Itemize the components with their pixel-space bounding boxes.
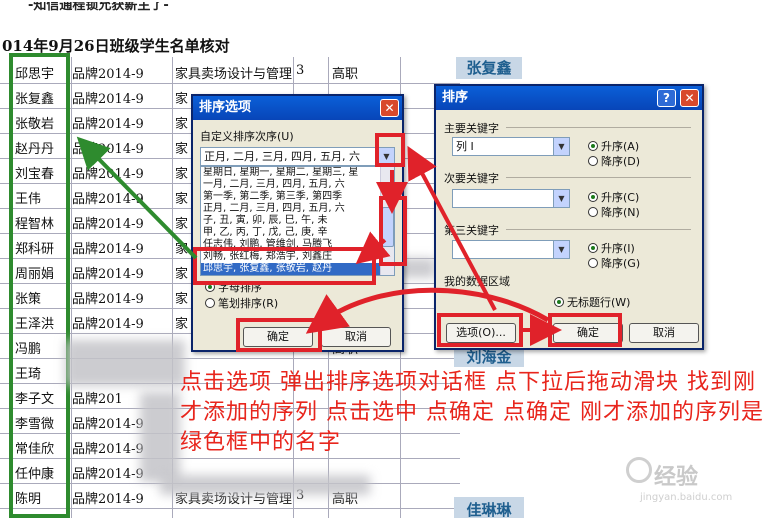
custom-order-label: 自定义排序次序(U) — [200, 130, 294, 143]
blur-mask — [160, 475, 370, 495]
cell-major: 家 — [175, 217, 189, 232]
tertiary-key-label: 第三关键字 — [444, 224, 499, 237]
watermark-url: jingyan.baidu.com — [640, 492, 733, 503]
blur-mask — [140, 392, 180, 482]
name-chip-middle: 刘海金 — [454, 349, 524, 367]
sort-dialog: 排序 ? ✕ 主要关键字 列 I ▼ 升序(A) 降序(D) 次要关键字 ▼ 升… — [434, 84, 704, 350]
watermark-name: 经验 — [654, 465, 699, 490]
list-item[interactable]: 一月, 二月, 三月, 四月, 五月, 六 — [201, 179, 394, 191]
green-highlight-frame — [9, 53, 70, 518]
list-item[interactable]: 甲, 乙, 丙, 丁, 戊, 己, 庚, 辛 — [201, 227, 394, 239]
dialog-titlebar[interactable]: 排序选项 ✕ — [193, 96, 402, 120]
cell-brand: 品牌201 — [72, 392, 123, 407]
cell-brand: 品牌2014-9 — [72, 167, 144, 182]
instruction-caption: 点击选项 弹出排序选项对话框 点下拉后拖动滑块 找到刚才添加的序列 点击选中 点… — [180, 370, 764, 455]
radio-stroke-sort[interactable]: 笔划排序(R) — [205, 295, 278, 311]
cell-brand: 品牌2014-9 — [72, 67, 144, 82]
cell-brand: 品牌2014-9 — [72, 292, 144, 307]
list-item[interactable]: 正月, 二月, 三月, 四月, 五月, 六 — [201, 203, 394, 215]
sheet-header-cut: -知信通程锁允获薪主了- — [28, 2, 169, 13]
red-box-selected-item — [193, 247, 376, 285]
chevron-down-icon[interactable]: ▼ — [553, 138, 569, 155]
cell-brand: 品牌2014-9 — [72, 217, 144, 232]
cell-major: 家 — [175, 167, 189, 182]
cell-brand: 品牌2014-9 — [72, 492, 144, 507]
list-item[interactable]: 子, 丑, 寅, 卯, 辰, 巳, 午, 未 — [201, 215, 394, 227]
cell-num: 3 — [296, 63, 305, 78]
dialog-titlebar[interactable]: 排序 ? ✕ — [436, 86, 702, 110]
radio-descending-3[interactable]: 降序(G) — [588, 255, 640, 271]
name-chip-top: 张复鑫 — [456, 57, 522, 79]
red-box-scroll-thumb — [379, 196, 407, 266]
radio-no-header-row[interactable]: 无标题行(W) — [554, 294, 630, 310]
tertiary-key-combo[interactable]: ▼ — [452, 240, 570, 259]
cell-major: 家 — [175, 242, 189, 257]
secondary-key-label: 次要关键字 — [444, 172, 499, 185]
cell-brand: 品牌2014-9 — [72, 317, 144, 332]
radio-descending-1[interactable]: 降序(D) — [588, 153, 640, 169]
data-area-label: 我的数据区域 — [444, 275, 510, 288]
custom-order-combo[interactable]: 正月, 二月, 三月, 四月, 五月, 六 ▼ — [200, 147, 395, 166]
sort-options-dialog: 排序选项 ✕ 自定义排序次序(U) 正月, 二月, 三月, 四月, 五月, 六 … — [191, 94, 404, 352]
dialog-title: 排序选项 — [199, 100, 252, 115]
cell-major: 家 — [175, 117, 189, 132]
cell-level: 高职 — [332, 67, 359, 82]
cell-brand: 品牌2014-9 — [72, 267, 144, 282]
radio-ascending-1[interactable]: 升序(A) — [588, 138, 639, 154]
chevron-down-icon[interactable]: ▼ — [553, 241, 569, 258]
cell-major: 家 — [175, 92, 189, 107]
baidu-jingyan-logo-icon — [626, 457, 652, 483]
list-item[interactable]: 星期日, 星期一, 星期二, 星期三, 星 — [201, 167, 394, 179]
cell-brand: 品牌2014-9 — [72, 117, 144, 132]
help-icon[interactable]: ? — [657, 89, 676, 107]
sort-cancel-button[interactable]: 取消 — [629, 323, 699, 343]
cell-major: 家 — [175, 267, 189, 282]
radio-ascending-3[interactable]: 升序(I) — [588, 240, 635, 256]
name-chip-bottom: 佳琳琳 — [454, 497, 524, 518]
dialog-title: 排序 — [442, 90, 469, 105]
cell-major: 家 — [175, 142, 189, 157]
red-box-sort-ok — [548, 313, 622, 347]
list-item[interactable]: 第一季, 第二季, 第三季, 第四季 — [201, 191, 394, 203]
chevron-down-icon[interactable]: ▼ — [553, 190, 569, 207]
cell-major: 家 — [175, 317, 189, 332]
combo-value: 列 I — [456, 140, 474, 153]
blur-mask — [65, 340, 185, 386]
options-cancel-button[interactable]: 取消 — [321, 327, 391, 347]
radio-ascending-2[interactable]: 升序(C) — [588, 189, 639, 205]
primary-key-label: 主要关键字 — [444, 122, 499, 135]
radio-dot — [205, 298, 215, 308]
red-box-dropdown-arrow — [375, 133, 405, 167]
cell-brand: 品牌2014-9 — [72, 92, 144, 107]
combo-value: 正月, 二月, 三月, 四月, 五月, 六 — [204, 150, 360, 163]
cell-brand: 品牌2014-9 — [72, 442, 144, 457]
primary-key-combo[interactable]: 列 I ▼ — [452, 137, 570, 156]
cell-brand: 品牌2014-9 — [72, 417, 144, 432]
cell-brand: 品牌2014-9 — [72, 192, 144, 207]
cell-brand: 品牌2014-9 — [72, 242, 144, 257]
cell-major: 家 — [175, 292, 189, 307]
secondary-key-combo[interactable]: ▼ — [452, 189, 570, 208]
cell-brand: 品牌2014-9 — [72, 467, 144, 482]
cell-major: 家具卖场设计与管理 — [175, 67, 293, 82]
red-box-options-ok — [236, 318, 322, 352]
radio-descending-2[interactable]: 降序(N) — [588, 204, 640, 220]
close-icon[interactable]: ✕ — [680, 89, 699, 107]
red-box-options-button — [437, 313, 523, 347]
cell-brand: 品牌2014-9 — [72, 142, 144, 157]
close-icon[interactable]: ✕ — [380, 99, 399, 117]
cell-major: 家 — [175, 192, 189, 207]
